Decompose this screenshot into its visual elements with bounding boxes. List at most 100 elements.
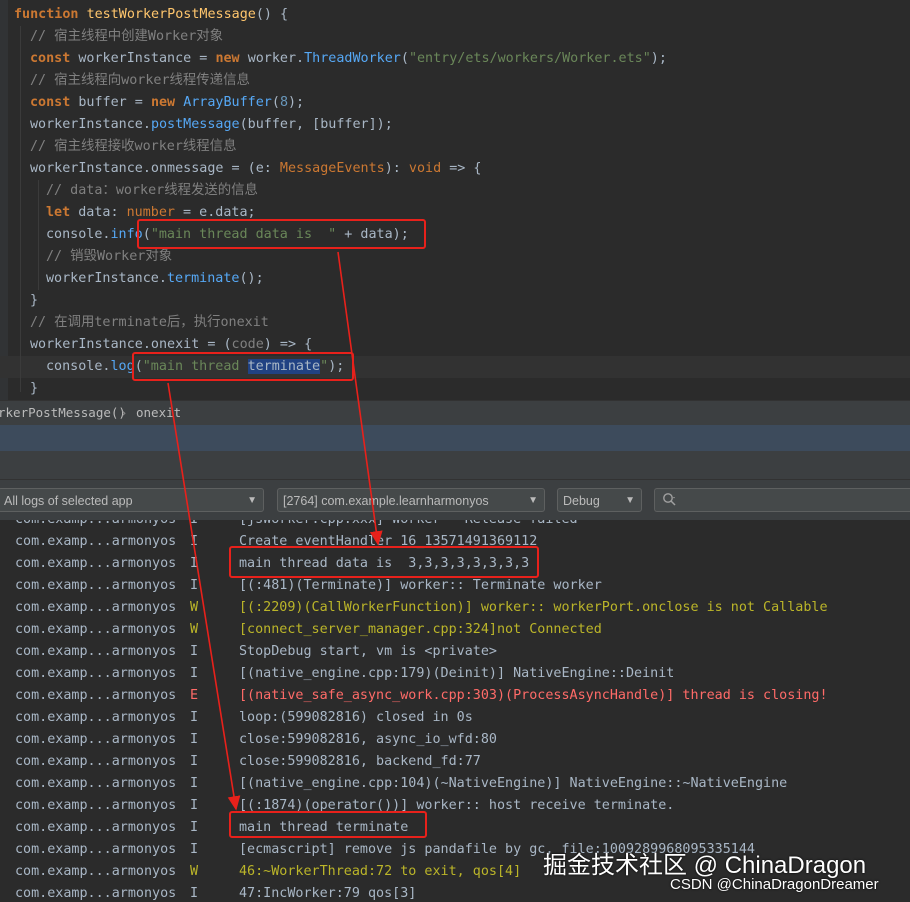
log-row[interactable]: com.examp...armonyos I [(native_engine.cpp… — [0, 663, 910, 685]
code-token: ThreadWorker — [304, 51, 401, 66]
annotation-box-log-data — [229, 546, 539, 578]
log-source: com.examp...armonyos — [15, 754, 177, 769]
log-source: com.examp...armonyos — [15, 534, 177, 549]
log-row[interactable]: com.examp...armonyos W [connect_server_man… — [0, 619, 910, 641]
search-icon — [662, 492, 678, 511]
code-line: // 宿主线程向worker线程传递信息 — [30, 70, 250, 92]
log-source: com.examp...armonyos — [15, 710, 177, 725]
log-message: [(native_engine.cpp:179)(Deinit)] Native… — [239, 666, 675, 681]
code-token: ArrayBuffer — [183, 95, 272, 110]
code-token: 8 — [279, 95, 288, 110]
log-row[interactable]: com.examp...armonyos I [(native_engine.cpp… — [0, 773, 910, 795]
log-source: com.examp...armonyos — [15, 886, 177, 901]
code-line: // 宿主线程中创建Worker对象 — [30, 26, 223, 48]
log-level: I — [190, 520, 198, 531]
log-source: com.examp...armonyos — [15, 520, 176, 531]
annotation-box-code-log — [132, 352, 354, 381]
log-row[interactable]: com.examp...armonyos E [(native_safe_async… — [0, 685, 910, 707]
log-level: W — [190, 600, 199, 615]
log-source: com.examp...armonyos — [15, 842, 177, 857]
code-token: (buffer, [buffer]); — [239, 117, 393, 132]
code-line: function testWorkerPostMessage() { — [14, 4, 288, 26]
code-token: console. — [46, 227, 111, 242]
log-level: W — [190, 622, 199, 637]
process-value: [2764] com.example.learnharmonyos — [283, 494, 489, 508]
log-row[interactable]: com.examp...armonyos I StopDebug start, vm… — [0, 641, 910, 663]
code-editor[interactable]: function testWorkerPostMessage() { // 宿主线… — [0, 0, 910, 400]
log-toolwindow-header — [0, 451, 910, 480]
code-token: // data：worker线程发送的信息 — [46, 183, 258, 198]
code-token: } — [30, 293, 39, 308]
chevron-down-icon: ▼ — [528, 495, 538, 506]
code-token: // 宿主线程中创建Worker对象 — [30, 29, 224, 44]
code-token: } — [30, 381, 39, 396]
log-message: [(:2209)(CallWorkerFunction)] worker:: w… — [239, 600, 828, 615]
code-line: } — [30, 290, 38, 312]
panel-splitter[interactable] — [0, 425, 910, 451]
code-line: workerInstance.terminate(); — [46, 268, 264, 290]
log-source: com.examp...armonyos — [15, 864, 177, 879]
code-line: // data：worker线程发送的信息 — [46, 180, 258, 202]
code-line: // 在调用terminate后，执行onexit — [30, 312, 269, 334]
code-token: code — [231, 337, 264, 352]
code-token: // 宿主线程向worker线程传递信息 — [30, 73, 250, 88]
process-select[interactable]: [2764] com.example.learnharmonyos ▼ — [277, 488, 545, 512]
breadcrumb-member[interactable]: onexit — [136, 401, 181, 425]
log-source: com.examp...armonyos — [15, 622, 177, 637]
log-level-value: Debug — [563, 494, 600, 508]
log-row[interactable]: com.examp...armonyos I [jsWorker.cpp:xxx] … — [0, 520, 910, 531]
code-token: workerInstance.onmessage = (e: — [30, 161, 280, 176]
code-line: const workerInstance = new worker.Thread… — [30, 48, 667, 70]
code-line: } — [30, 378, 38, 400]
log-source: com.examp...armonyos — [15, 666, 177, 681]
code-token: MessageEvents — [279, 161, 385, 176]
log-source: com.examp...armonyos — [15, 556, 177, 571]
log-row[interactable]: com.examp...armonyos Iclose:599082816, ba… — [0, 751, 910, 773]
code-line: // 宿主线程接收worker线程信息 — [30, 136, 236, 158]
log-message: 47:IncWorker:79 qos[3] — [239, 886, 417, 901]
code-token: new — [215, 51, 248, 66]
log-source: com.examp...armonyos — [15, 578, 177, 593]
code-token: buffer = — [78, 95, 151, 110]
log-level: I — [190, 666, 199, 681]
code-token: const — [30, 95, 79, 110]
log-level: I — [190, 556, 199, 571]
code-token: testWorkerPostMessage — [86, 7, 256, 22]
log-row[interactable]: com.examp...armonyos Imain thread termina… — [0, 817, 910, 839]
log-row[interactable]: com.examp...armonyos I [(:481)(Terminate)]… — [0, 575, 910, 597]
code-line: workerInstance.postMessage(buffer, [buff… — [30, 114, 393, 136]
log-message: loop:(599082816) closed in 0s — [239, 710, 473, 725]
code-token: workerInstance = — [78, 51, 216, 66]
log-level: W — [190, 864, 199, 879]
log-row[interactable]: com.examp...armonyos Iclose:599082816, as… — [0, 729, 910, 751]
log-row[interactable]: com.examp...armonyos W [(:2209)(CallWorker… — [0, 597, 910, 619]
breadcrumb: rkerPostMessage() › onexit — [0, 400, 910, 425]
log-scope-select[interactable]: All logs of selected app ▼ — [0, 488, 264, 512]
code-token: terminate — [166, 271, 240, 286]
log-source: com.examp...armonyos — [15, 798, 177, 813]
code-token: number — [126, 205, 175, 220]
code-line: const buffer = new ArrayBuffer(8); — [30, 92, 304, 114]
log-source: com.examp...armonyos — [15, 600, 177, 615]
log-message: StopDebug start, vm is <private> — [239, 644, 497, 659]
code-token: ); — [288, 95, 305, 110]
log-message: [jsWorker.cpp:xxx] Worker ~ Release fail… — [239, 520, 578, 531]
log-message: [(native_safe_async_work.cpp:303)(Proces… — [239, 688, 828, 703]
log-message: close:599082816, backend_fd:77 — [239, 754, 481, 769]
log-level-select[interactable]: Debug ▼ — [557, 488, 642, 512]
log-source: com.examp...armonyos — [15, 732, 177, 747]
log-scope-value: All logs of selected app — [4, 494, 133, 508]
code-token: = e.data; — [175, 205, 256, 220]
log-row[interactable]: com.examp...armonyos Iloop:(599082816) cl… — [0, 707, 910, 729]
chevron-down-icon: ▼ — [247, 495, 257, 506]
indent-guide — [38, 180, 39, 290]
log-search-input[interactable] — [654, 488, 910, 512]
log-row[interactable]: com.examp...armonyos I [(:1874)(operator()… — [0, 795, 910, 817]
breadcrumb-function[interactable]: rkerPostMessage() — [0, 401, 126, 425]
chevron-down-icon: ▼ — [625, 495, 635, 506]
code-line: workerInstance.onmessage = (e: MessageEv… — [30, 158, 481, 180]
log-level: I — [190, 754, 199, 769]
code-line: // 销毁Worker对象 — [46, 246, 172, 268]
log-source: com.examp...armonyos — [15, 688, 177, 703]
code-token: const — [30, 51, 79, 66]
